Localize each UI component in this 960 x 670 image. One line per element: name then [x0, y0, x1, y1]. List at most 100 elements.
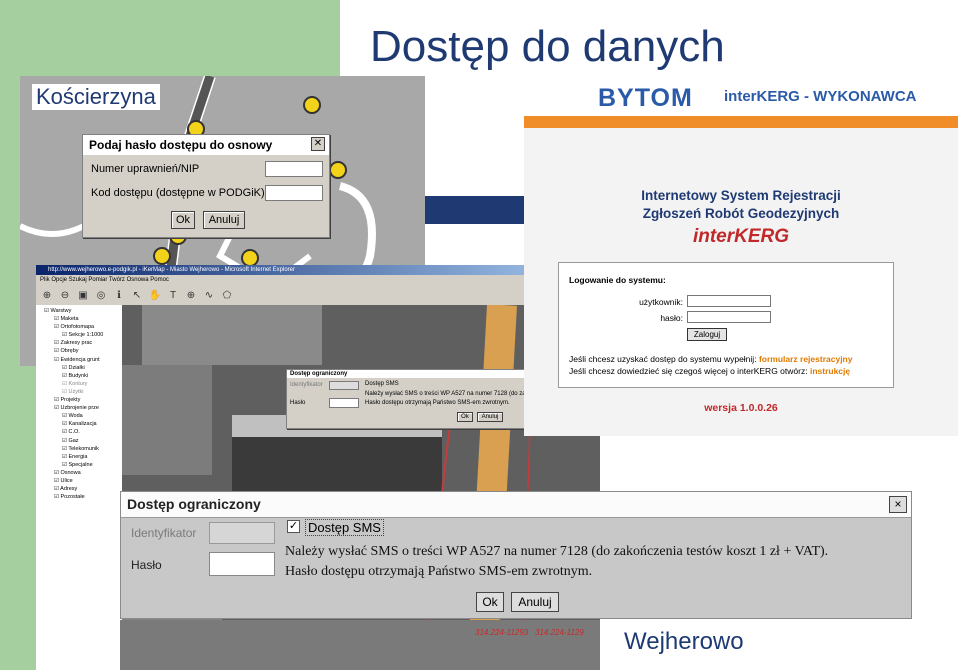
layer-label: Specjalne	[68, 461, 93, 468]
layer-item[interactable]: ☑ Obręby	[36, 347, 122, 355]
register-form-link[interactable]: formularz rejestracyjny	[759, 354, 853, 364]
zoom-window-icon[interactable]: ◎	[94, 290, 108, 301]
manual-link[interactable]: instrukcję	[810, 366, 850, 376]
register-info: Jeśli chcesz uzyskać dostęp do systemu w…	[569, 354, 852, 364]
layer-item[interactable]: ☑ Ewidencja grunt	[36, 356, 122, 364]
small-id-input[interactable]	[329, 381, 359, 390]
dialog-title: Podaj hasło dostępu do osnowy	[83, 135, 329, 155]
zoom-in-icon[interactable]: ⊕	[40, 290, 54, 301]
layer-label: Ortofotomapa	[60, 324, 95, 331]
layer-item[interactable]: ☑ Zakresy prac	[36, 339, 122, 347]
small-sms-checkbox-label[interactable]: Dostęp SMS	[365, 381, 399, 387]
layer-label: Uzbrojenie prze	[60, 405, 99, 412]
layer-label: Energia	[68, 453, 88, 460]
blue-decor-bar	[410, 196, 530, 224]
zoom-out-icon[interactable]: ⊖	[58, 290, 72, 301]
slide-title: Dostęp do danych	[370, 22, 725, 71]
small-ok-button[interactable]: Ok	[457, 412, 473, 422]
map-parcel-label-a: 314.224-11293	[475, 628, 529, 637]
layer-item[interactable]: ☑ Osnowa	[36, 469, 122, 477]
layers-tree: ☑ Warstwy ☑ Maketa ☑ Ortofotomapa ☑ Sekcje …	[36, 305, 122, 670]
bytom-interkerg-screenshot: BYTOM interKERG - WYKONAWCA Internetowy …	[524, 76, 958, 436]
layer-label: Działki	[68, 364, 85, 371]
layer-item[interactable]: ☑ Działki	[36, 364, 122, 372]
restricted-access-dialog: Dostęp ograniczony × Identyfikator Hasło…	[120, 491, 912, 619]
koscierzyna-password-dialog: Podaj hasło dostępu do osnowy ✕ Numer up…	[82, 134, 330, 238]
layer-label: Woda	[68, 413, 83, 420]
layer-item[interactable]: ☑ Gaz	[36, 437, 122, 445]
layer-label: Warstwy	[50, 308, 72, 314]
sms-checkbox-label[interactable]: Dostęp SMS	[305, 519, 384, 536]
password-input[interactable]	[687, 311, 771, 323]
nip-label: Numer uprawnień/NIP	[91, 163, 200, 175]
layer-label: Telekomunik	[68, 445, 99, 452]
pointer-icon[interactable]: ↖	[130, 290, 144, 301]
zoom-extent-icon[interactable]: ▣	[76, 290, 90, 301]
layer-item[interactable]: ☑ Specjalne	[36, 461, 122, 469]
layer-label: Maketa	[60, 316, 79, 323]
layer-item[interactable]: ☑ Kontury	[36, 380, 122, 388]
username-input[interactable]	[687, 295, 771, 307]
layer-label: Adresy	[60, 486, 78, 493]
small-cancel-button[interactable]: Anuluj	[477, 412, 503, 422]
layer-item[interactable]: ☑ Uzbrojenie prze	[36, 404, 122, 412]
small-id-label: Identyfikator	[290, 382, 323, 388]
label-wejherowo: Wejherowo	[624, 628, 744, 655]
text-icon[interactable]: T	[166, 290, 180, 301]
small-pass-input[interactable]	[329, 398, 359, 408]
crosshair-icon[interactable]: ⊕	[184, 290, 198, 301]
password-input[interactable]	[209, 552, 275, 576]
nip-input[interactable]	[265, 161, 323, 177]
ok-button[interactable]: Ok	[476, 592, 504, 612]
manual-info: Jeśli chcesz dowiedzieć się czegoś więce…	[569, 366, 850, 376]
label-koscierzyna: Kościerzyna	[32, 84, 160, 110]
login-title: Logowanie do systemu:	[569, 275, 666, 285]
manual-info-text: Jeśli chcesz dowiedzieć się czegoś więce…	[569, 366, 808, 376]
layer-label: Pozostałe	[60, 494, 85, 501]
login-button[interactable]: Zaloguj	[687, 328, 727, 341]
ok-button[interactable]: Ok	[171, 211, 195, 229]
layer-item[interactable]: ☑ Pozostałe	[36, 493, 122, 501]
small-pass-label: Hasło	[290, 400, 306, 406]
pan-icon[interactable]: ✋	[148, 290, 162, 301]
access-code-input[interactable]	[265, 185, 323, 201]
layer-item[interactable]: ☑ Użytki	[36, 388, 122, 396]
browser-titlebar: http://www.wejherowo.e-podgik.pl - iKerM…	[36, 265, 600, 275]
layer-label: Zakresy prac	[60, 340, 93, 347]
layer-item[interactable]: ☑ Adresy	[36, 485, 122, 493]
layer-label: C.O.	[68, 429, 80, 436]
bytom-orange-bar	[524, 116, 958, 128]
layer-item[interactable]: ☑ Kanalizacja	[36, 420, 122, 428]
layer-item[interactable]: ☑ Maketa	[36, 315, 122, 323]
layer-item[interactable]: ☑ Ortofotomapa	[36, 323, 122, 331]
interkerg-brand: interKERG	[692, 226, 790, 247]
layer-item[interactable]: ☑ Sekcje 1:1000	[36, 331, 122, 339]
polyline-icon[interactable]: ∿	[202, 290, 216, 301]
identifier-label: Identyfikator	[131, 526, 197, 540]
username-label: użytkownik:	[639, 297, 683, 307]
layer-label: Sekcje 1:1000	[68, 332, 104, 339]
layer-item[interactable]: ☑ Energia	[36, 453, 122, 461]
password-label: hasło:	[660, 313, 683, 323]
layer-item[interactable]: ☑ Warstwy	[36, 307, 122, 315]
identifier-input[interactable]	[209, 522, 275, 544]
layer-label: Osnowa	[60, 469, 81, 476]
layer-item[interactable]: ☑ C.O.	[36, 428, 122, 436]
layer-item[interactable]: ☑ Projekty	[36, 396, 122, 404]
layer-item[interactable]: ☑ Telekomunik	[36, 445, 122, 453]
info-icon[interactable]: ℹ	[112, 290, 126, 301]
layer-item[interactable]: ☑ Woda	[36, 412, 122, 420]
layer-label: Projekty	[60, 397, 81, 404]
polygon-icon[interactable]: ⬠	[220, 290, 234, 301]
layer-label: Obręby	[60, 348, 79, 355]
layer-label: Kontury	[68, 380, 88, 387]
cancel-button[interactable]: Anuluj	[203, 211, 245, 229]
cancel-button[interactable]: Anuluj	[511, 592, 559, 612]
sms-checkbox[interactable]: ✓	[287, 520, 300, 533]
close-icon[interactable]: ×	[889, 496, 907, 513]
layer-label: Użytki	[68, 388, 84, 395]
aerial-bottom-strip: 314.224-11293 314.224-1129	[120, 620, 600, 670]
close-icon[interactable]: ✕	[311, 137, 325, 151]
layer-item[interactable]: ☑ Budynki	[36, 372, 122, 380]
layer-item[interactable]: ☑ Ulice	[36, 477, 122, 485]
